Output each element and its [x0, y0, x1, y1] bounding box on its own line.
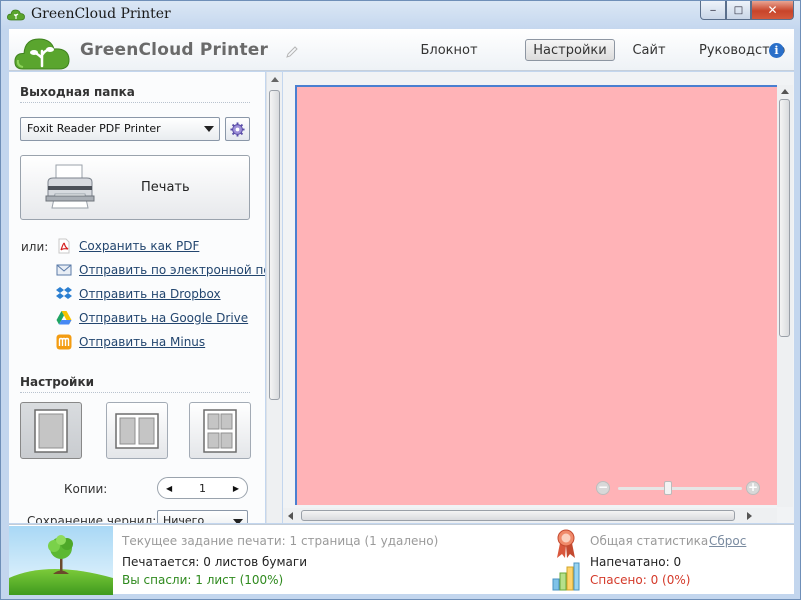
maximize-icon: □	[733, 4, 744, 16]
google-drive-icon	[56, 311, 72, 325]
app-header: GreenCloud Printer Блокнот Настройки Сай…	[9, 29, 794, 71]
minimize-icon: ‒	[709, 4, 717, 16]
zoom-out-icon[interactable]: −	[596, 481, 610, 495]
saved-text: Вы спасли: 1 лист (100%)	[122, 573, 284, 587]
email-icon	[56, 264, 72, 276]
send-email-link[interactable]: Отправить по электронной почте	[56, 261, 265, 279]
share-label: Отправить по электронной почте	[79, 263, 265, 277]
close-icon: ✕	[767, 3, 778, 17]
settings-panel: Выходная папка Foxit Reader PDF Printer	[9, 72, 265, 523]
settings-section-title: Настройки	[20, 375, 95, 389]
chevron-down-icon	[204, 126, 214, 132]
two-page-layout-icon	[115, 412, 159, 449]
nav-notepad[interactable]: Блокнот	[414, 39, 484, 61]
scroll-right-icon[interactable]	[747, 512, 752, 520]
scroll-up-icon[interactable]	[271, 77, 279, 82]
nav-settings[interactable]: Настройки	[525, 39, 615, 61]
greencloud-logo-icon	[14, 38, 70, 70]
layout-1-page-button[interactable]	[20, 402, 82, 459]
output-section-title: Выходная папка	[20, 85, 135, 99]
scroll-left-icon[interactable]	[288, 512, 293, 520]
copies-value[interactable]: 1	[199, 482, 206, 495]
increment-icon[interactable]: ▶	[233, 484, 239, 493]
save-as-pdf-link[interactable]: Сохранить как PDF	[56, 237, 199, 255]
print-button-label: Печать	[141, 180, 190, 195]
printing-text: Печатается: 0 листов бумаги	[122, 555, 307, 569]
decrement-icon[interactable]: ◀	[166, 484, 172, 493]
zoom-control: − +	[596, 480, 761, 496]
printer-select[interactable]: Foxit Reader PDF Printer	[20, 117, 220, 141]
chevron-down-icon	[233, 519, 243, 523]
send-minus-link[interactable]: Отправить на Minus	[56, 333, 205, 351]
medal-icon	[557, 529, 575, 558]
printer-icon	[45, 164, 95, 209]
nav-site[interactable]: Сайт	[631, 39, 667, 61]
ink-saving-value: Ничего	[163, 514, 205, 523]
preview-page	[295, 85, 777, 505]
section-divider	[20, 102, 250, 103]
copies-stepper[interactable]: ◀ 1 ▶	[157, 477, 248, 499]
printed-total-text: Напечатано: 0	[590, 555, 682, 569]
pdf-icon	[58, 238, 70, 254]
scrollbar-thumb[interactable]	[269, 90, 280, 400]
app-name: GreenCloud Printer	[80, 40, 269, 60]
preview-area: − +	[283, 72, 794, 523]
scrollbar-thumb[interactable]	[779, 99, 790, 337]
settings-scrollbar[interactable]	[266, 72, 282, 523]
single-page-layout-icon	[34, 408, 68, 453]
minimize-button[interactable]: ‒	[700, 1, 726, 20]
four-page-layout-icon	[203, 408, 237, 453]
send-dropbox-link[interactable]: Отправить на Dropbox	[56, 285, 221, 303]
scrollbar-thumb[interactable]	[301, 510, 735, 521]
info-icon[interactable]: i	[769, 43, 784, 58]
section-divider	[20, 392, 250, 393]
share-label: Отправить на Dropbox	[79, 287, 221, 301]
zoom-slider-track[interactable]	[618, 487, 742, 490]
print-button[interactable]: Печать	[20, 155, 250, 220]
ink-saving-select[interactable]: Ничего	[157, 510, 248, 523]
app-window: GreenCloud Printer ‒ □ ✕ GreenCloud Prin…	[0, 0, 801, 600]
printer-settings-button[interactable]	[225, 117, 250, 141]
minus-icon	[56, 334, 72, 350]
ink-saving-label: Сохранение чернил:	[27, 514, 157, 523]
scroll-up-icon[interactable]	[781, 89, 789, 94]
dropbox-icon	[56, 287, 72, 299]
bar-chart-icon	[552, 562, 580, 591]
preview-vertical-scrollbar[interactable]	[777, 85, 793, 507]
share-label: Отправить на Google Drive	[79, 311, 249, 325]
gear-icon	[230, 121, 245, 137]
maximize-button[interactable]: □	[726, 1, 751, 20]
pencil-icon[interactable]	[285, 45, 299, 59]
layout-4-pages-button[interactable]	[189, 402, 251, 459]
send-google-drive-link[interactable]: Отправить на Google Drive	[56, 309, 248, 327]
green-tree-hill-image	[9, 526, 113, 595]
share-label: Сохранить как PDF	[79, 239, 200, 253]
copies-label: Копии:	[64, 482, 108, 496]
cloud-app-icon	[7, 9, 25, 21]
layout-2-pages-button[interactable]	[106, 402, 168, 459]
printer-select-value: Foxit Reader PDF Printer	[27, 122, 161, 135]
preview-horizontal-scrollbar[interactable]	[283, 508, 777, 523]
close-button[interactable]: ✕	[751, 1, 794, 20]
current-job-text: Текущее задание печати: 1 страница (1 уд…	[122, 534, 439, 548]
zoom-in-icon[interactable]: +	[746, 481, 760, 495]
title-bar[interactable]: GreenCloud Printer ‒ □ ✕	[1, 1, 800, 29]
saved-total-text: Спасено: 0 (0%)	[590, 573, 691, 587]
zoom-slider-handle[interactable]	[664, 481, 672, 495]
reset-link[interactable]: Сброс	[709, 534, 746, 548]
status-bar: Текущее задание печати: 1 страница (1 уд…	[9, 524, 794, 595]
or-label: или:	[21, 240, 49, 254]
total-stats-title: Общая статистика	[590, 534, 709, 548]
share-label: Отправить на Minus	[79, 335, 206, 349]
window-title: GreenCloud Printer	[31, 6, 171, 22]
